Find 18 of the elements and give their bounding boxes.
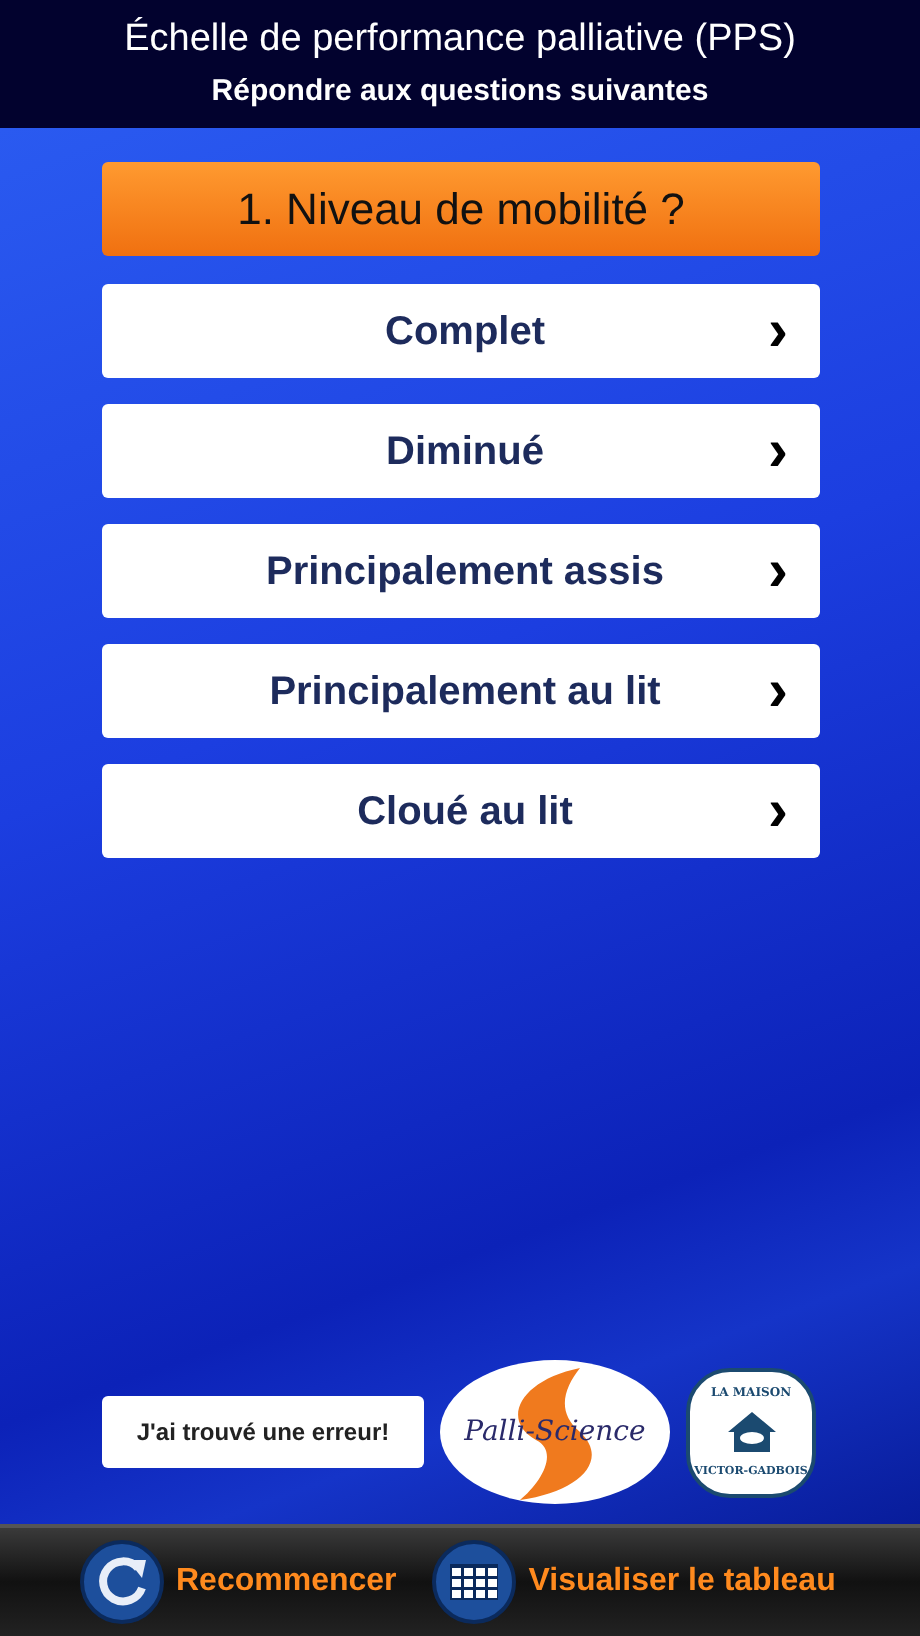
question-banner: 1. Niveau de mobilité ? [102,162,820,256]
page-title: Échelle de performance palliative (PPS) [124,16,796,64]
chevron-icon: › [768,661,788,721]
chevron-icon: › [768,781,788,841]
grid-icon [432,1540,517,1624]
option-button[interactable]: Principalement assis › [102,524,820,618]
restart-button[interactable]: Recommencer [80,1540,397,1624]
chevron-icon: › [768,421,788,481]
page-subtitle: Répondre aux questions suivantes [211,72,709,112]
refresh-icon [80,1540,164,1624]
report-error-button[interactable]: J'ai trouvé une erreur! [102,1396,424,1468]
chevron-icon: › [768,541,788,601]
option-button[interactable]: Cloué au lit › [102,764,820,858]
option-button[interactable]: Diminué › [102,404,820,498]
option-button[interactable]: Principalement au lit › [102,644,820,738]
option-button[interactable]: Complet › [102,284,820,378]
view-table-button[interactable]: Visualiser le tableau [432,1540,836,1624]
chevron-icon: › [768,301,788,361]
